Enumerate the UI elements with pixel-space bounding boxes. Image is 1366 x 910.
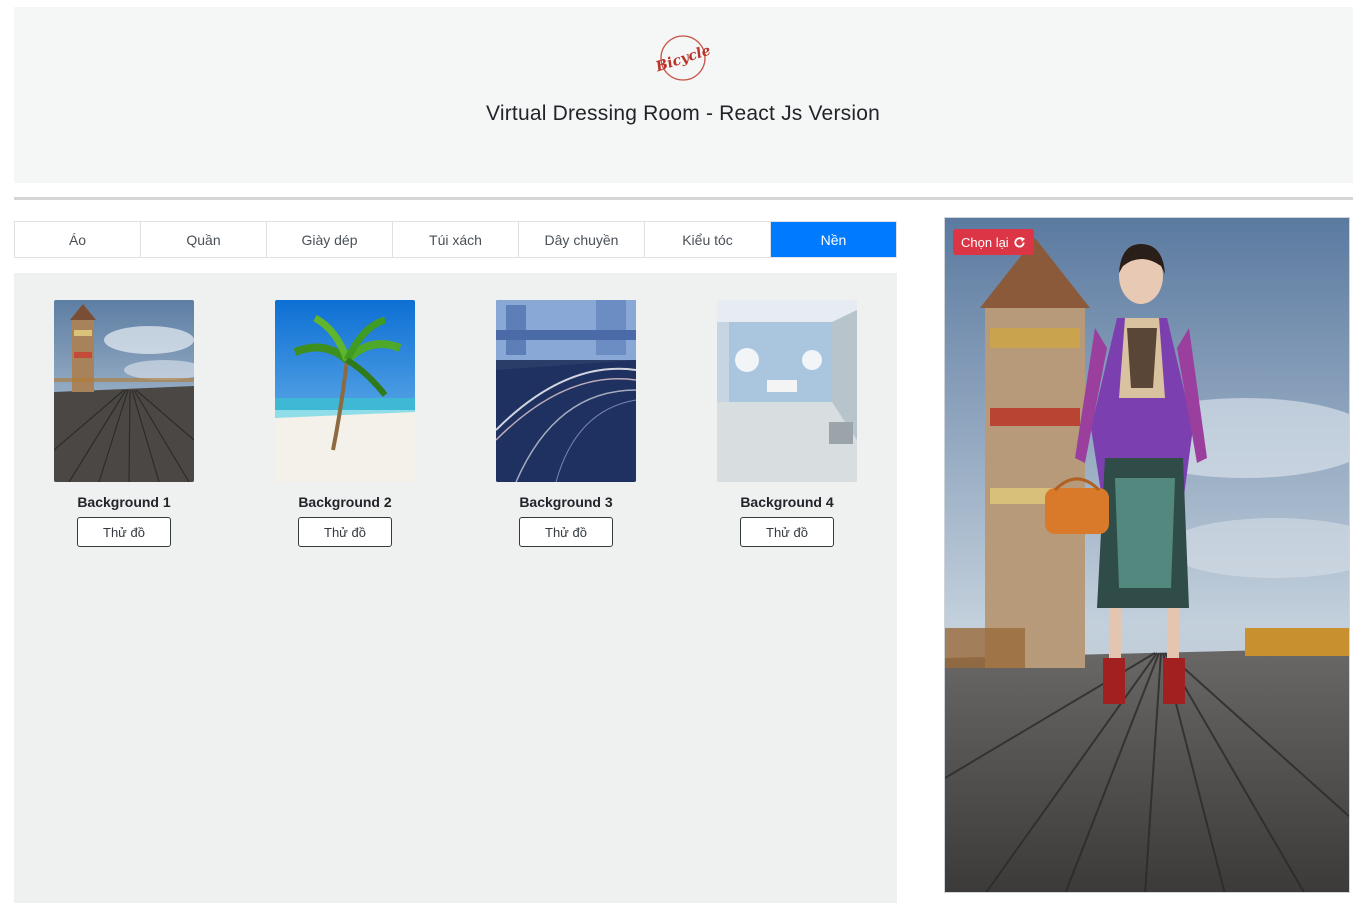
try-on-button[interactable]: Thử đồ [77,517,171,547]
reset-label: Chọn lại [961,234,1009,250]
dressing-preview: Chọn lại [944,217,1350,893]
background-card: Background 2 Thử đồ [275,300,415,547]
tab-giay-dep[interactable]: Giày dép [267,222,393,257]
tab-day-chuyen[interactable]: Dây chuyền [519,222,645,257]
background-4-thumbnail[interactable] [717,300,857,482]
try-on-button[interactable]: Thử đồ [298,517,392,547]
header-divider [14,197,1353,200]
background-1-thumbnail[interactable] [54,300,194,482]
bicycle-logo: Bicycle [655,35,711,81]
preview-canvas [945,218,1349,892]
reset-button[interactable]: Chọn lại [953,229,1034,255]
background-name: Background 1 [77,494,171,510]
background-card: Background 1 Thử đồ [54,300,194,547]
background-name: Background 4 [740,494,834,510]
background-3-thumbnail[interactable] [496,300,636,482]
items-panel: Background 1 Thử đồ Background 2 Thử đồ [14,273,897,903]
background-name: Background 2 [298,494,392,510]
tab-nen[interactable]: Nền [771,222,896,257]
refresh-icon [1014,236,1025,248]
background-card: Background 4 Thử đồ [717,300,857,547]
tab-kieu-toc[interactable]: Kiểu tóc [645,222,771,257]
try-on-button[interactable]: Thử đồ [519,517,613,547]
category-tabs: Áo Quần Giày dép Túi xách Dây chuyền Kiể… [14,221,897,258]
background-2-thumbnail[interactable] [275,300,415,482]
background-name: Background 3 [519,494,613,510]
background-card: Background 3 Thử đồ [496,300,636,547]
try-on-button[interactable]: Thử đồ [740,517,834,547]
tab-tui-xach[interactable]: Túi xách [393,222,519,257]
tab-ao[interactable]: Áo [15,222,141,257]
page-title: Virtual Dressing Room - React Js Version [486,102,880,125]
tab-quan[interactable]: Quần [141,222,267,257]
